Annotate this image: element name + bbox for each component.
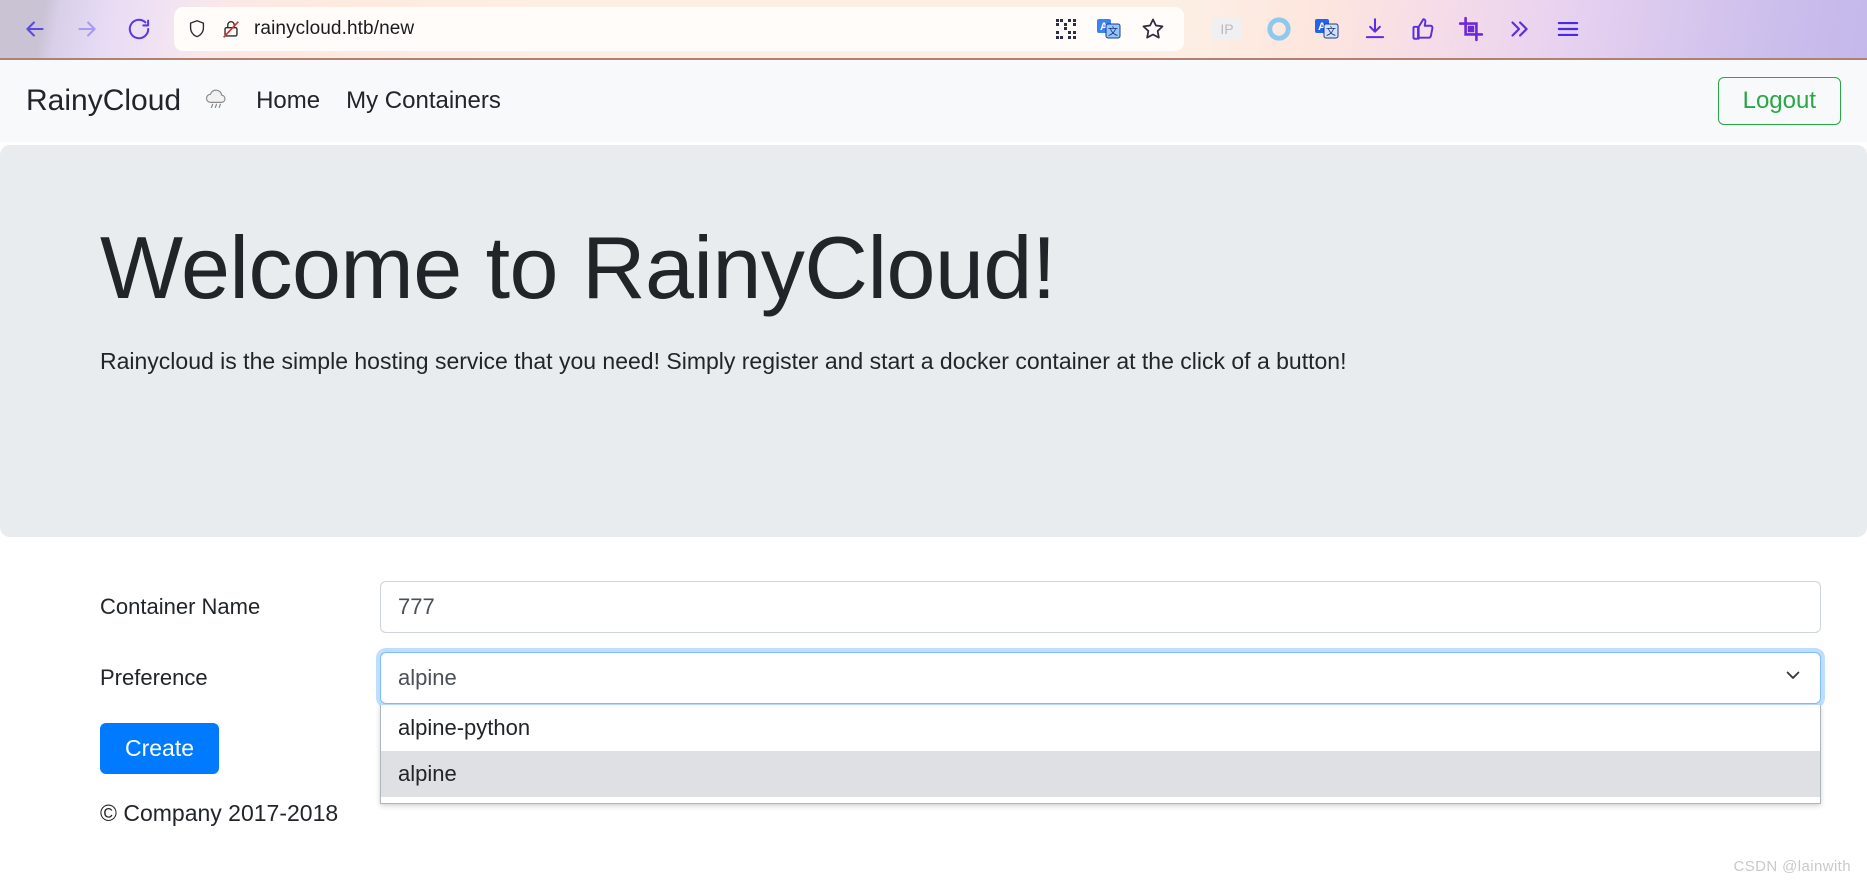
- preference-select-wrapper: alpine alpine-python alpine: [380, 652, 1821, 804]
- hero-lead-text: Rainycloud is the simple hosting service…: [100, 348, 1347, 375]
- back-arrow-icon[interactable]: [22, 16, 48, 42]
- site-navbar: RainyCloud Home My Containers Logout: [0, 58, 1867, 142]
- hamburger-menu-icon[interactable]: [1554, 16, 1582, 42]
- nav-links: Home My Containers: [203, 87, 501, 116]
- preference-option-alpine-python[interactable]: alpine-python: [381, 705, 1820, 751]
- nav-link-my-containers[interactable]: My Containers: [346, 87, 501, 115]
- circle-ring-icon[interactable]: [1266, 16, 1292, 42]
- nav-link-home[interactable]: Home: [256, 87, 320, 115]
- container-name-label: Container Name: [100, 594, 261, 619]
- container-name-input[interactable]: [380, 581, 1821, 633]
- insecure-lock-icon[interactable]: [220, 18, 242, 40]
- page-title: Welcome to RainyCloud!: [100, 218, 1056, 317]
- form-row-container-name: Container Name: [0, 581, 1867, 633]
- translate-icon[interactable]: A 文: [1096, 17, 1122, 41]
- thumbs-up-icon[interactable]: [1410, 16, 1436, 42]
- svg-text:文: 文: [1108, 25, 1118, 38]
- svg-text:文: 文: [1326, 25, 1336, 38]
- browser-extension-icons: IP A 文: [1210, 16, 1582, 42]
- create-button[interactable]: Create: [100, 723, 220, 774]
- form-row-preference: Preference alpine alpine-python alpine: [0, 652, 1867, 804]
- browser-chrome: rainycloud.htb/new A 文 IP A 文: [0, 0, 1867, 58]
- watermark-text: CSDN @lainwith: [1733, 858, 1851, 875]
- qrcode-icon[interactable]: [1054, 17, 1078, 41]
- overflow-chevrons-icon[interactable]: [1506, 16, 1532, 42]
- chevron-down-icon[interactable]: [1783, 665, 1803, 691]
- brand-link[interactable]: RainyCloud: [26, 84, 181, 118]
- preference-selected-value: alpine: [398, 665, 457, 690]
- logout-button[interactable]: Logout: [1717, 77, 1841, 125]
- bookmark-star-icon[interactable]: [1140, 16, 1166, 42]
- preference-select[interactable]: alpine: [380, 652, 1821, 704]
- translate-extension-icon[interactable]: A 文: [1314, 17, 1340, 41]
- download-icon[interactable]: [1362, 16, 1388, 42]
- screenshot-crop-icon[interactable]: [1458, 16, 1484, 42]
- shield-icon[interactable]: [186, 18, 208, 40]
- address-bar[interactable]: rainycloud.htb/new A 文: [174, 7, 1184, 51]
- browser-nav-buttons: [22, 16, 152, 42]
- reload-icon[interactable]: [126, 16, 152, 42]
- page-content: RainyCloud Home My Containers Logout Wel…: [0, 58, 1867, 883]
- forward-arrow-icon: [74, 16, 100, 42]
- preference-option-alpine[interactable]: alpine: [381, 751, 1820, 797]
- urlbar-action-icons: A 文: [1054, 16, 1166, 42]
- preference-label: Preference: [100, 665, 208, 690]
- ip-badge-icon[interactable]: IP: [1210, 16, 1244, 42]
- preference-options-list: alpine-python alpine: [380, 705, 1821, 804]
- svg-text:IP: IP: [1220, 21, 1233, 37]
- rain-cloud-icon: [203, 87, 230, 116]
- url-text: rainycloud.htb/new: [254, 18, 415, 39]
- hero-jumbotron: Welcome to RainyCloud! Rainycloud is the…: [0, 145, 1867, 537]
- footer-copyright: © Company 2017-2018: [100, 800, 339, 826]
- create-container-form: Container Name Preference alpine alpine-…: [0, 537, 1867, 827]
